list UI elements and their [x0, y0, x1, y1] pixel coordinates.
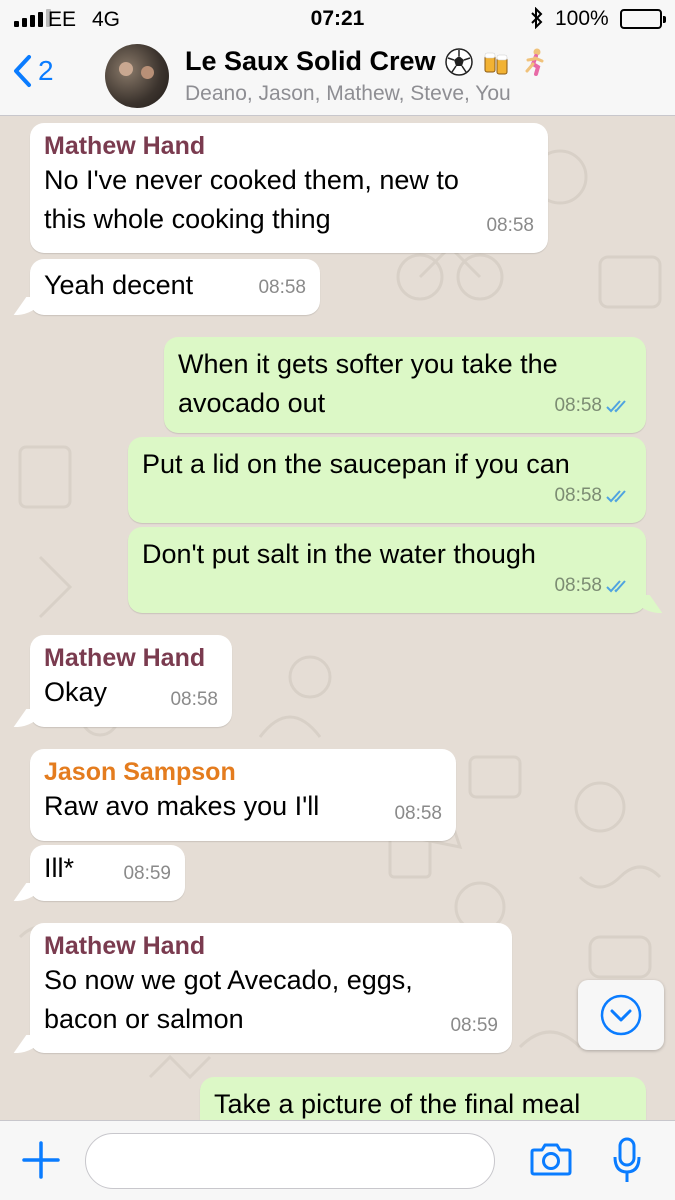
group-title[interactable]: Le Saux Solid Crew [185, 46, 550, 77]
message-bubble-outgoing[interactable]: Take a picture of the final meal [200, 1077, 646, 1120]
message-time: 08:58 [170, 689, 218, 710]
chat-header: 2 Le Saux Solid Crew Deano, Jason, Mathe… [0, 38, 675, 116]
beer-mugs-icon [484, 52, 508, 74]
battery-percent: 100% [555, 7, 609, 30]
message-meta: 08:59 [450, 1006, 498, 1045]
message-bubble-outgoing[interactable]: Put a lid on the saucepan if you can 08:… [128, 437, 646, 523]
message-text-line: bacon or salmon [44, 1004, 244, 1034]
message-time: 08:58 [554, 485, 602, 506]
status-bar: EE 4G 07:21 100% [0, 0, 675, 38]
group-avatar[interactable] [105, 44, 169, 108]
message-meta: 08:59 [123, 854, 171, 893]
read-receipt-icon [606, 399, 626, 412]
message-text-line: When it gets softer you take the [178, 349, 558, 379]
soccer-ball-icon [444, 47, 473, 76]
message-time: 08:58 [554, 575, 602, 596]
group-name: Le Saux Solid Crew [185, 46, 436, 76]
microphone-button[interactable] [612, 1137, 642, 1190]
sender-name: Mathew Hand [44, 644, 206, 672]
message-time: 08:58 [258, 277, 306, 298]
message-meta: 08:58 [486, 206, 534, 245]
message-meta: 08:58 [554, 566, 632, 605]
group-participants: Deano, Jason, Mathew, Steve, You [185, 82, 511, 105]
message-input[interactable] [85, 1133, 495, 1189]
message-meta: 08:58 [554, 386, 632, 425]
message-bubble-outgoing[interactable]: Don't put salt in the water though 08:58 [128, 527, 646, 613]
runner-icon [525, 48, 544, 76]
microphone-icon [613, 1137, 641, 1182]
message-bubble-incoming[interactable]: Mathew Hand So now we got Avecado, eggs,… [30, 923, 512, 1053]
message-text-line: Raw avo makes you I'll [44, 791, 320, 821]
camera-icon [530, 1143, 572, 1176]
message-time: 08:59 [123, 863, 171, 884]
camera-button[interactable] [530, 1141, 572, 1182]
message-bubble-incoming[interactable]: Yeah decent 08:58 [30, 259, 320, 315]
chevron-down-circle-icon [600, 994, 642, 1036]
message-time: 08:58 [394, 803, 442, 824]
message-meta: 08:58 [258, 268, 306, 307]
read-receipt-icon [606, 489, 626, 502]
message-time: 08:58 [554, 395, 602, 416]
message-text-line: Take a picture of the final meal [214, 1089, 581, 1119]
message-list[interactable]: Mathew Hand No I've never cooked them, n… [0, 117, 675, 1120]
message-text-line: this whole cooking thing [44, 204, 331, 234]
message-time: 08:58 [486, 215, 534, 236]
message-text-line: No I've never cooked them, new to [44, 165, 459, 195]
message-text-line: So now we got Avecado, eggs, [44, 965, 413, 995]
message-bubble-incoming[interactable]: Mathew Hand Okay 08:58 [30, 635, 232, 727]
bluetooth-icon [530, 6, 544, 35]
attach-button[interactable] [20, 1139, 62, 1186]
message-bubble-incoming[interactable]: Ill* 08:59 [30, 845, 185, 901]
message-time: 08:59 [450, 1015, 498, 1036]
sender-name: Mathew Hand [44, 132, 206, 160]
sender-name: Mathew Hand [44, 932, 206, 960]
message-bubble-incoming[interactable]: Mathew Hand No I've never cooked them, n… [30, 123, 548, 253]
message-meta: 08:58 [170, 680, 218, 719]
message-bubble-outgoing[interactable]: When it gets softer you take the avocado… [164, 337, 646, 433]
chevron-left-icon [14, 55, 31, 87]
back-button[interactable]: 2 [12, 54, 54, 88]
composer-bar [0, 1120, 675, 1200]
unread-count: 2 [38, 55, 54, 86]
read-receipt-icon [606, 579, 626, 592]
message-meta: 08:58 [554, 476, 632, 515]
plus-icon [22, 1141, 60, 1179]
battery-icon [620, 9, 666, 29]
scroll-to-bottom-button[interactable] [578, 980, 664, 1050]
message-meta: 08:58 [394, 794, 442, 833]
sender-name: Jason Sampson [44, 758, 236, 786]
message-bubble-incoming[interactable]: Jason Sampson Raw avo makes you I'll 08:… [30, 749, 456, 841]
